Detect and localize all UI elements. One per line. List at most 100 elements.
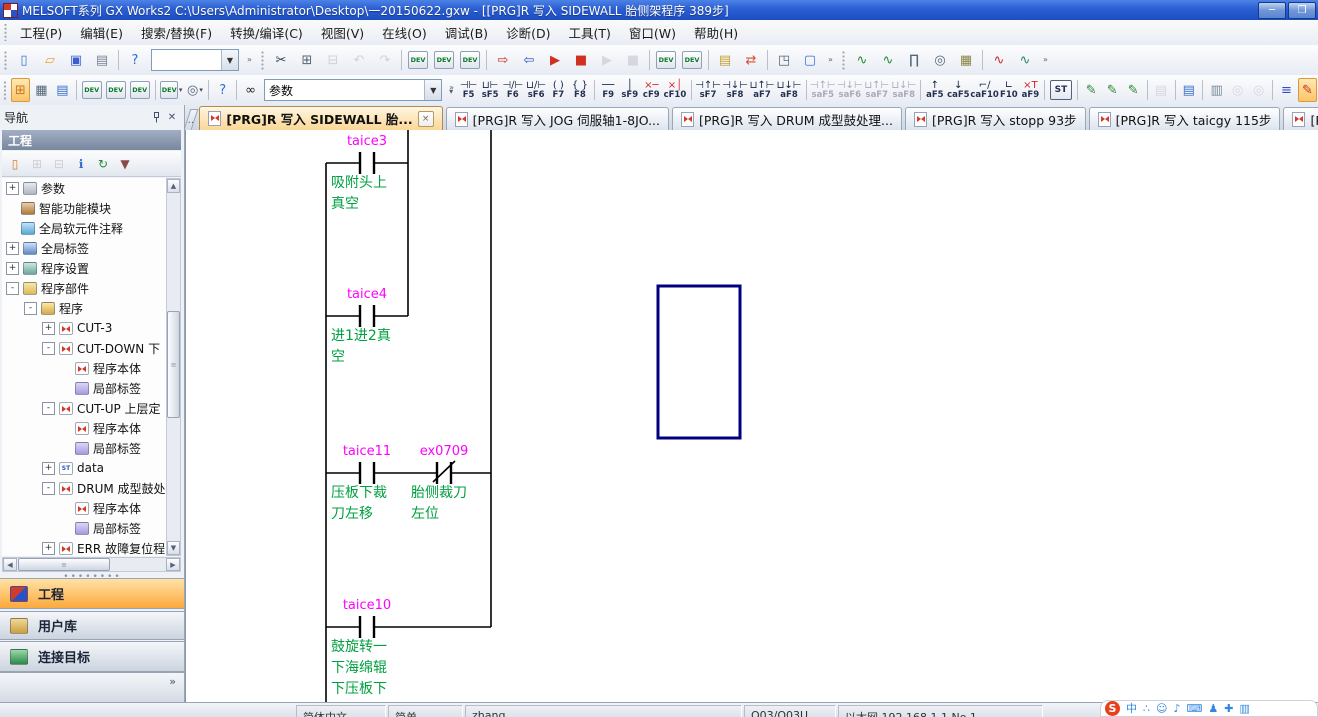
ime-button-1[interactable]: 中 — [1126, 701, 1137, 716]
save-button[interactable]: ▣ — [64, 48, 88, 72]
ladder-symbol-sf7-button[interactable]: ⊣↑⊢sF7 — [695, 76, 721, 104]
ladder-edit-mode-button[interactable]: ✎ — [1298, 78, 1317, 102]
tree-item-程序[interactable]: -程序 — [2, 298, 166, 318]
ladder-symbol-af5-button[interactable]: ↑aF5 — [925, 76, 946, 104]
ladder-symbol-saf5-button[interactable]: ⊣↑⊢saF5 — [810, 76, 836, 104]
device-search-button[interactable]: ◎▾ — [185, 78, 204, 102]
expand-icon[interactable]: + — [6, 182, 19, 195]
ladder-symbol-cf9-button[interactable]: ×─cF9 — [641, 76, 662, 104]
ladder-symbol-sf9-button[interactable]: │sF9 — [619, 76, 640, 104]
note-find-next-button[interactable]: ◎ — [1249, 78, 1268, 102]
expand-icon[interactable]: + — [42, 542, 55, 555]
sampling-trace-step-button[interactable]: ∿ — [876, 48, 900, 72]
edit-open-branch-button[interactable]: ✎ — [1103, 78, 1122, 102]
menu-item-3[interactable]: 搜索/替换(F) — [132, 20, 221, 45]
scroll-right-icon[interactable]: ▶ — [166, 558, 180, 571]
ladder-symbol-f5-button[interactable]: ⊣⊢F5 — [458, 76, 479, 104]
expand-icon[interactable]: + — [42, 462, 55, 475]
statement-list-button[interactable]: ▤ — [713, 48, 737, 72]
sidebar-stack-连接目标[interactable]: 连接目标 — [0, 641, 184, 672]
expand-icon[interactable]: + — [6, 242, 19, 255]
ladder-symbol-f9-button[interactable]: ──F9 — [598, 76, 619, 104]
tree-item-DRUM 成型鼓处[interactable]: -DRUM 成型鼓处 — [2, 478, 166, 498]
ladder-symbol-saf8-button[interactable]: ⊔↓⊢saF8 — [891, 76, 917, 104]
ladder-symbol-sf8-button[interactable]: ⊣↓⊢sF8 — [722, 76, 748, 104]
ime-button-6[interactable]: ♟ — [1208, 701, 1218, 716]
toolbar-overflow-icon[interactable]: »▾ — [447, 79, 456, 101]
expand-icon[interactable]: + — [42, 322, 55, 335]
restore-button[interactable]: ❐ — [1288, 2, 1316, 19]
edit-comment-button[interactable]: ▤ — [1179, 78, 1198, 102]
device-comment-edit-button[interactable]: DEV — [81, 78, 103, 102]
device-batch-button[interactable]: DEV — [458, 48, 482, 72]
paste-item-button[interactable]: ⊟ — [49, 154, 69, 174]
device-label-taice10[interactable]: taice10 — [319, 599, 415, 613]
ladder-symbol-af8-button[interactable]: ⊔↓⊢aF8 — [776, 76, 802, 104]
tree-item-data[interactable]: +STdata — [2, 458, 166, 478]
new-item-button[interactable]: ▯ — [5, 154, 25, 174]
ladder-symbol-saf7-button[interactable]: ⊔↑⊢saF7 — [864, 76, 890, 104]
monitor-pause-button[interactable]: ▶ — [595, 48, 619, 72]
collapse-icon[interactable]: - — [24, 302, 37, 315]
collapse-icon[interactable]: - — [6, 282, 19, 295]
program-selector-combobox[interactable]: 参数▼ — [264, 79, 442, 101]
tree-item-智能功能模块[interactable]: 智能功能模块 — [2, 198, 166, 218]
ladder-symbol-caf5-button[interactable]: ↓caF5 — [946, 76, 971, 104]
transfer-setup-button[interactable]: ⇄ — [739, 48, 763, 72]
ladder-symbol-f8-button[interactable]: { }F8 — [570, 76, 591, 104]
horizontal-scroll-thumb[interactable]: ≡ — [18, 558, 110, 571]
toolbar-overflow-icon[interactable]: » — [1040, 49, 1051, 71]
tree-horizontal-scrollbar[interactable]: ◀ ≡ ▶ — [2, 557, 181, 572]
filter-button[interactable]: ▼ — [115, 154, 135, 174]
device-test-button[interactable]: ◎ — [928, 48, 952, 72]
ladder-symbol-sf6-button[interactable]: ⊔∕⊢sF6 — [525, 76, 547, 104]
pulse-monitor-button[interactable]: ∏ — [902, 48, 926, 72]
edit-contact-button[interactable]: ✎ — [1082, 78, 1101, 102]
ladder-symbol-f6-button[interactable]: ⊣∕⊢F6 — [501, 76, 524, 104]
menu-item-2[interactable]: 编辑(E) — [71, 20, 132, 45]
ladder-symbol-af9-button[interactable]: ×TaF9 — [1020, 76, 1041, 104]
tree-item-局部标签[interactable]: 局部标签 — [2, 378, 166, 398]
paste-button[interactable]: ⊟ — [321, 48, 345, 72]
find-button[interactable]: ∞ — [241, 78, 260, 102]
pin-icon[interactable] — [148, 110, 164, 125]
ime-button-7[interactable]: ✚ — [1224, 701, 1233, 716]
help-button[interactable]: ? — [123, 48, 147, 72]
tree-item-程序本体[interactable]: 程序本体 — [2, 358, 166, 378]
tree-item-全局软元件注释[interactable]: 全局软元件注释 — [2, 218, 166, 238]
tree-item-ERR 故障复位程[interactable]: +ERR 故障复位程 — [2, 538, 166, 556]
device-label-taice4[interactable]: taice4 — [319, 288, 415, 302]
chevron-down-icon[interactable]: ▼ — [424, 80, 441, 100]
tree-item-局部标签[interactable]: 局部标签 — [2, 518, 166, 538]
ladder-symbol-f10-button[interactable]: ∟F10 — [999, 76, 1020, 104]
device-comment-table-button[interactable]: DEV — [105, 78, 127, 102]
output-window-button[interactable]: ▤ — [53, 78, 72, 102]
menu-item-10[interactable]: 窗口(W) — [620, 20, 685, 45]
menu-item-8[interactable]: 诊断(D) — [497, 20, 559, 45]
ladder-symbol-af7-button[interactable]: ⊔↑⊢aF7 — [749, 76, 775, 104]
note-find-button[interactable]: ◎ — [1228, 78, 1247, 102]
ladder-symbol-f7-button[interactable]: ( )F7 — [548, 76, 569, 104]
expand-icon[interactable]: + — [6, 262, 19, 275]
tree-item-程序本体[interactable]: 程序本体 — [2, 418, 166, 438]
tab-scroll-control[interactable]: .. — [185, 109, 199, 130]
collapse-icon[interactable]: - — [42, 402, 55, 415]
tree-item-程序部件[interactable]: -程序部件 — [2, 278, 166, 298]
ime-logo-icon[interactable]: S — [1105, 701, 1120, 716]
ladder-editor-canvas[interactable]: taice3吸附头上 真空taice4进1进2真 空taice11压板下裁 刀左… — [185, 130, 1318, 702]
ime-button-8[interactable]: ▥ — [1239, 701, 1249, 716]
ime-button-5[interactable]: ⌨ — [1187, 701, 1203, 716]
scroll-down-icon[interactable]: ▼ — [167, 541, 180, 555]
device-label-ex0709[interactable]: ex0709 — [396, 445, 492, 459]
tree-item-程序本体[interactable]: 程序本体 — [2, 498, 166, 518]
scroll-left-icon[interactable]: ◀ — [3, 558, 17, 571]
ladder-symbol-saf6-button[interactable]: ⊣↓⊢saF6 — [837, 76, 863, 104]
zoom-combobox[interactable]: ▼ — [151, 49, 239, 71]
tab-close-icon[interactable]: × — [418, 111, 434, 127]
scroll-up-icon[interactable]: ▲ — [167, 179, 180, 193]
module-configuration-button[interactable]: ▦ — [32, 78, 51, 102]
tree-vertical-scrollbar[interactable]: ▲ ≡ ▼ — [166, 178, 181, 556]
tree-item-局部标签[interactable]: 局部标签 — [2, 438, 166, 458]
close-icon[interactable]: ✕ — [164, 110, 180, 125]
tab-4[interactable]: [PRG]R 写入 stopp 93步 — [905, 107, 1086, 130]
